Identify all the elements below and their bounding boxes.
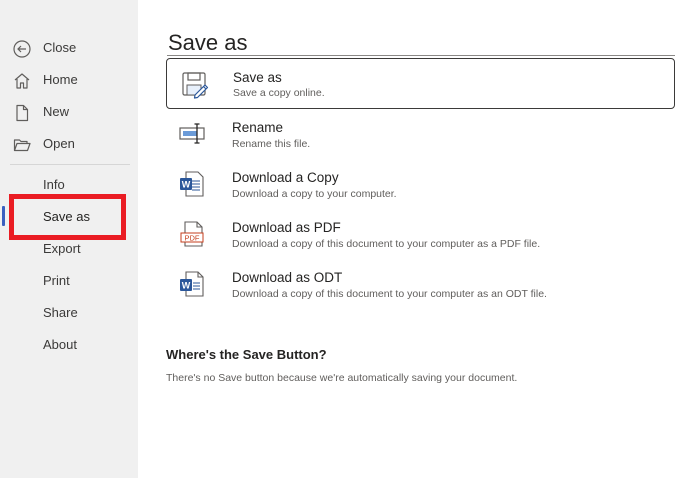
nav-open-label: Open	[43, 136, 75, 151]
title-divider	[167, 55, 675, 56]
rename-icon	[178, 119, 208, 149]
nav-export-label: Export	[43, 241, 81, 256]
backstage-sidebar: Close Home New Open Info Save as Export …	[0, 0, 138, 478]
nav-about-label: About	[43, 337, 77, 352]
save-as-icon	[180, 70, 210, 100]
option-save-as[interactable]: Save as Save a copy online.	[166, 58, 675, 109]
page-title: Save as	[168, 30, 248, 55]
nav-open[interactable]: Open	[0, 129, 138, 159]
nav-print-label: Print	[43, 273, 70, 288]
option-download-pdf-title: Download as PDF	[232, 220, 341, 235]
option-download-pdf-description: Download a copy of this document to your…	[232, 238, 541, 250]
nav-close-label: Close	[43, 40, 77, 55]
odt-document-icon: W	[178, 269, 208, 299]
nav-info-label: Info	[43, 177, 65, 192]
nav-export[interactable]: Export	[0, 234, 138, 264]
option-download-copy-title: Download a Copy	[232, 170, 339, 185]
option-download-odt[interactable]: W Download as ODT Download a copy of thi…	[166, 259, 675, 307]
nav-share[interactable]: Share	[0, 298, 138, 328]
nav-home[interactable]: Home	[0, 65, 138, 95]
nav-new-label: New	[43, 104, 70, 119]
option-save-as-title: Save as	[233, 70, 282, 85]
save-info-text: There's no Save button because we're aut…	[166, 372, 518, 384]
pdf-icon: PDF	[178, 219, 208, 249]
option-download-odt-title: Download as ODT	[232, 270, 343, 285]
option-download-odt-description: Download a copy of this document to your…	[232, 288, 547, 300]
new-document-icon	[12, 103, 32, 123]
option-rename[interactable]: Rename Rename this file.	[166, 109, 675, 157]
option-download-copy[interactable]: W Download a Copy Download a copy to you…	[166, 159, 675, 207]
option-save-as-description: Save a copy online.	[233, 87, 325, 99]
back-arrow-icon	[12, 39, 32, 59]
option-download-pdf[interactable]: PDF Download as PDF Download a copy of t…	[166, 209, 675, 257]
nav-divider	[10, 164, 130, 165]
folder-open-icon	[12, 135, 32, 155]
save-info-heading: Where's the Save Button?	[166, 347, 327, 362]
option-rename-title: Rename	[232, 120, 284, 135]
option-rename-description: Rename this file.	[232, 138, 311, 150]
nav-print[interactable]: Print	[0, 266, 138, 296]
nav-home-label: Home	[43, 72, 78, 87]
svg-text:W: W	[182, 281, 191, 291]
option-download-copy-description: Download a copy to your computer.	[232, 188, 397, 200]
home-icon	[12, 71, 32, 91]
nav-close[interactable]: Close	[0, 33, 138, 63]
nav-share-label: Share	[43, 305, 78, 320]
word-document-icon: W	[178, 169, 208, 199]
svg-text:W: W	[182, 180, 191, 190]
svg-text:PDF: PDF	[185, 234, 200, 243]
nav-new[interactable]: New	[0, 97, 138, 127]
nav-about[interactable]: About	[0, 330, 138, 360]
